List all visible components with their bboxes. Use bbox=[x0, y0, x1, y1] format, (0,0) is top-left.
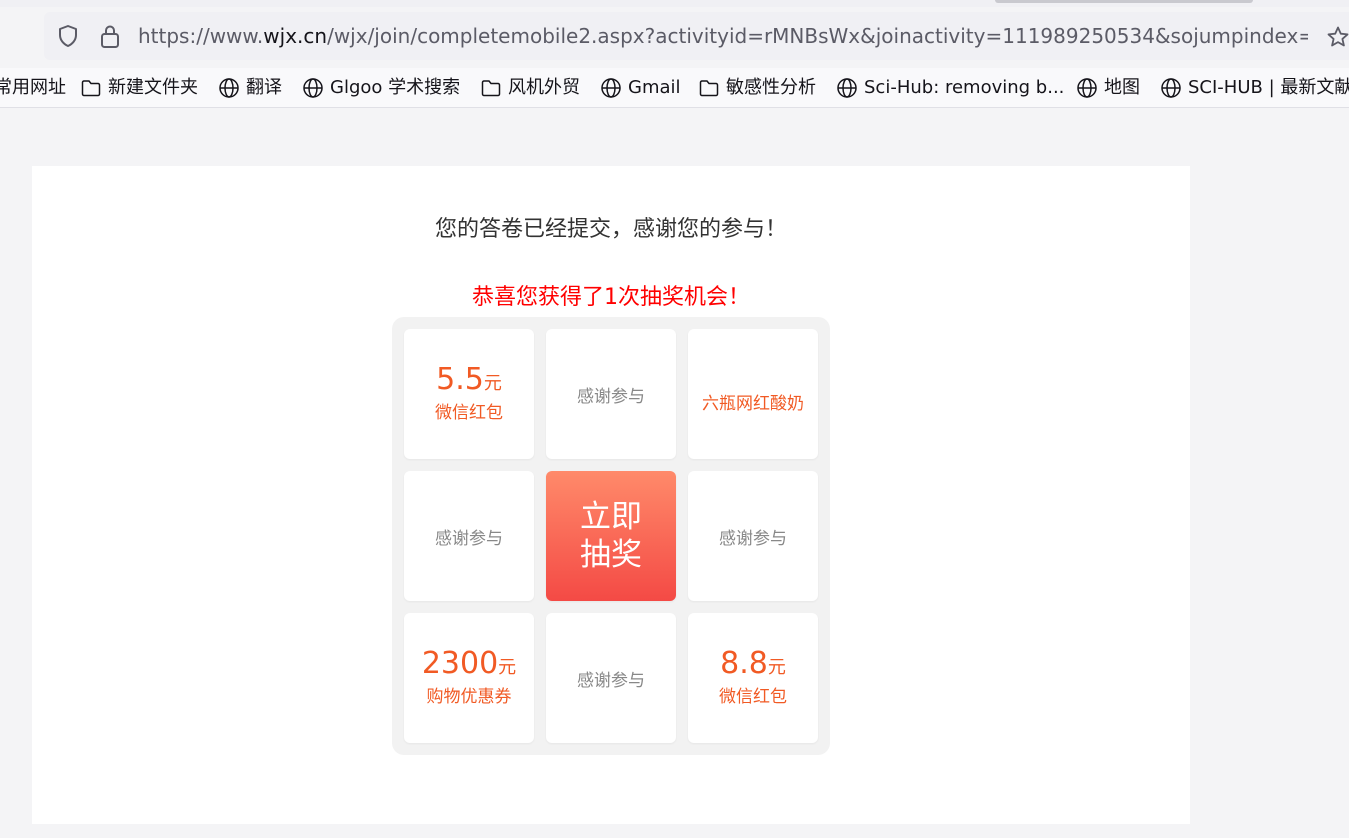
bookmark-item[interactable]: 新建文件夹 bbox=[80, 75, 198, 101]
prize-label: 六瓶网红酸奶 bbox=[702, 393, 804, 414]
prize-amount: 2300元 bbox=[422, 647, 516, 685]
bookmark-star-icon[interactable] bbox=[1326, 25, 1349, 49]
bookmark-label: 常用网址 bbox=[0, 77, 66, 98]
prize-cell: 六瓶网红酸奶 bbox=[688, 329, 818, 459]
prize-amount: 8.8元 bbox=[720, 647, 786, 685]
bookmark-label: 风机外贸 bbox=[508, 77, 580, 98]
bookmark-label: 敏感性分析 bbox=[726, 77, 816, 98]
lottery-board: 5.5元 微信红包 感谢参与 六瓶网红酸奶 感谢参与 立即抽奖 感谢参与 2300元 购物优惠券… bbox=[392, 317, 830, 755]
lock-icon[interactable] bbox=[98, 23, 122, 49]
draw-lottery-label: 立即抽奖 bbox=[580, 499, 642, 573]
globe-icon bbox=[836, 77, 864, 99]
bookmark-item[interactable]: 翻译 bbox=[218, 75, 282, 101]
thanks-message: 您的答卷已经提交，感谢您的参与！ bbox=[434, 217, 787, 242]
bookmarks-toolbar: 常用网址 新建文件夹 翻译 Glgoo 学术搜索 风机外贸 Gmail 敏感性分析 Sci-H… bbox=[0, 68, 1349, 108]
bookmark-item[interactable]: 常用网址 bbox=[0, 75, 66, 101]
url-domain: wjx.cn bbox=[263, 24, 328, 48]
prize-amount: 5.5元 bbox=[436, 363, 502, 401]
no-prize-label: 感谢参与 bbox=[719, 528, 787, 549]
bookmark-item[interactable]: 风机外贸 bbox=[480, 75, 580, 101]
bookmark-label: 翻译 bbox=[246, 77, 282, 98]
tab-strip bbox=[0, 0, 1349, 7]
prize-amount-value: 5.5 bbox=[436, 362, 484, 397]
no-prize-cell: 感谢参与 bbox=[688, 471, 818, 601]
bookmark-item[interactable]: Glgoo 学术搜索 bbox=[302, 75, 460, 101]
url-text[interactable]: https://www.wjx.cn/wjx/join/completemobi… bbox=[138, 23, 1308, 49]
prize-unit: 元 bbox=[767, 657, 786, 678]
folder-icon bbox=[480, 77, 508, 99]
bookmark-label: 地图 bbox=[1104, 77, 1140, 98]
url-prefix: https://www. bbox=[138, 24, 264, 48]
prize-cell: 5.5元 微信红包 bbox=[404, 329, 534, 459]
prize-unit: 元 bbox=[483, 373, 502, 394]
address-bar[interactable]: https://www.wjx.cn/wjx/join/completemobi… bbox=[44, 12, 1349, 60]
prize-type: 微信红包 bbox=[719, 687, 787, 707]
globe-icon bbox=[218, 77, 246, 99]
prize-amount-value: 2300 bbox=[421, 646, 499, 681]
bookmark-item[interactable]: Gmail bbox=[600, 75, 681, 101]
bookmark-item[interactable]: 敏感性分析 bbox=[698, 75, 816, 101]
url-path: /wjx/join/completemobile2.aspx?activityi… bbox=[327, 24, 1308, 48]
no-prize-cell: 感谢参与 bbox=[546, 613, 676, 743]
globe-icon bbox=[1076, 77, 1104, 99]
no-prize-label: 感谢参与 bbox=[577, 386, 645, 407]
globe-icon bbox=[600, 77, 628, 99]
bookmark-item[interactable]: 地图 bbox=[1076, 75, 1140, 101]
no-prize-cell: 感谢参与 bbox=[404, 471, 534, 601]
bookmark-label: Glgoo 学术搜索 bbox=[330, 77, 461, 98]
globe-icon bbox=[302, 77, 330, 99]
bookmark-label: Sci-Hub: removing b... bbox=[864, 77, 1065, 98]
prize-type: 购物优惠券 bbox=[426, 687, 512, 707]
no-prize-label: 感谢参与 bbox=[435, 528, 503, 549]
prize-cell: 8.8元 微信红包 bbox=[688, 613, 818, 743]
prize-cell: 2300元 购物优惠券 bbox=[404, 613, 534, 743]
prize-unit: 元 bbox=[498, 657, 517, 678]
shield-icon[interactable] bbox=[56, 24, 80, 48]
bookmark-label: 新建文件夹 bbox=[108, 77, 198, 98]
globe-icon bbox=[1160, 77, 1188, 99]
prize-amount-value: 8.8 bbox=[720, 646, 768, 681]
bookmark-label: SCI-HUB | 最新文献 bbox=[1188, 77, 1349, 98]
bookmark-label: Gmail bbox=[628, 77, 681, 98]
folder-icon bbox=[80, 77, 108, 99]
bookmark-item[interactable]: Sci-Hub: removing b... bbox=[836, 75, 1064, 101]
draw-lottery-button[interactable]: 立即抽奖 bbox=[546, 471, 676, 601]
folder-icon bbox=[698, 77, 726, 99]
tab-edge[interactable] bbox=[995, 0, 1253, 3]
congrats-message: 恭喜您获得了1次抽奖机会！ bbox=[472, 285, 750, 310]
bookmark-item[interactable]: SCI-HUB | 最新文献 bbox=[1160, 75, 1349, 101]
no-prize-label: 感谢参与 bbox=[577, 670, 645, 691]
prize-type: 微信红包 bbox=[435, 403, 503, 423]
no-prize-cell: 感谢参与 bbox=[546, 329, 676, 459]
